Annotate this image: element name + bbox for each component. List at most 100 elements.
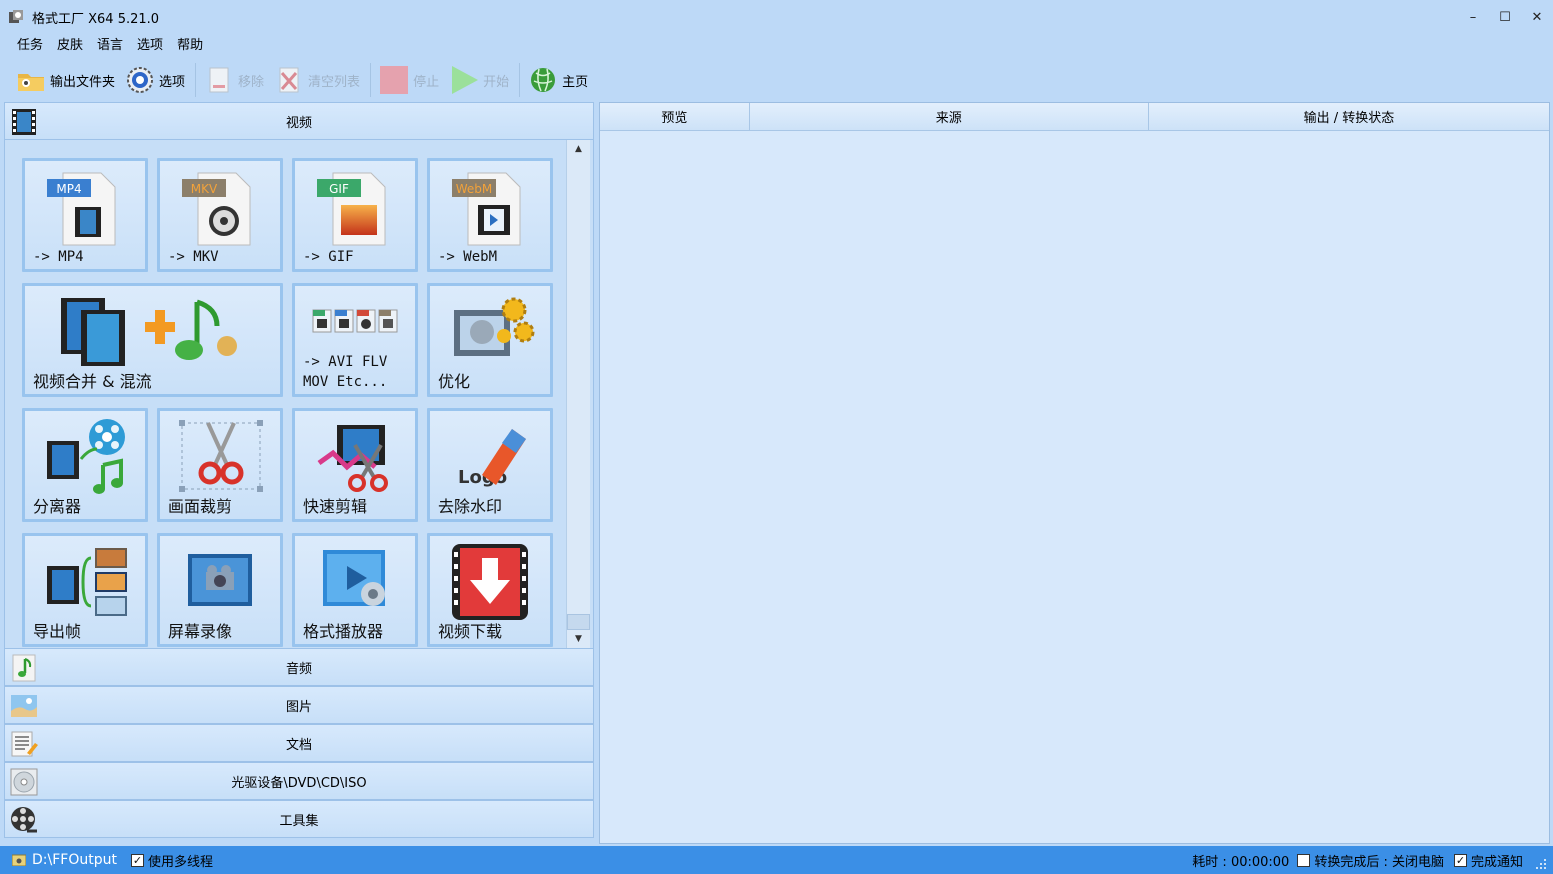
tile-quick-cut[interactable]: 快速剪辑: [292, 408, 418, 522]
after-convert-label[interactable]: 转换完成后 : 关闭电脑: [1314, 851, 1444, 870]
output-folder-icon: [12, 854, 26, 866]
notify-label: 完成通知: [1470, 854, 1523, 870]
window-title: 格式工厂 X64 5.21.0: [32, 11, 160, 27]
tile-to-avi-flv-mov-label: -> AVI FLV MOV Etc...: [303, 354, 388, 390]
category-disc-label: 光驱设备\DVD\CD\ISO: [231, 775, 367, 791]
stop-button[interactable]: 停止: [375, 62, 443, 98]
category-tools[interactable]: 工具集: [4, 800, 594, 838]
column-output-status[interactable]: 输出 / 转换状态: [1149, 103, 1549, 130]
menu-skin[interactable]: 皮肤: [50, 36, 90, 56]
tile-crop[interactable]: 画面裁剪: [157, 408, 283, 522]
folder-icon: [18, 74, 44, 91]
category-video-label: 视频: [285, 115, 312, 131]
remove-label: 移除: [238, 74, 265, 90]
export-frames-icon: [47, 548, 127, 616]
tile-to-webm[interactable]: WebM -> WebM: [427, 158, 553, 272]
gif-badge: GIF: [329, 182, 349, 196]
gif-file-icon: GIF: [317, 172, 386, 246]
scroll-up-arrow[interactable]: ▲: [567, 140, 590, 158]
column-preview[interactable]: 预览: [600, 103, 750, 130]
tile-to-avi-flv-mov[interactable]: -> AVI FLV MOV Etc...: [292, 283, 418, 397]
menu-language[interactable]: 语言: [90, 36, 130, 56]
mp4-badge: MP4: [56, 182, 81, 196]
quick-cut-icon: [317, 425, 388, 492]
remove-button[interactable]: 移除: [200, 62, 268, 98]
output-path[interactable]: D:\FFOutput: [32, 852, 117, 868]
notify-checkbox[interactable]: ✓: [1453, 853, 1467, 867]
tile-export-frames-label: 导出帧: [33, 622, 82, 641]
clear-list-button[interactable]: 清空列表: [270, 62, 364, 98]
options-label: 选项: [159, 74, 186, 90]
multithread-checkbox[interactable]: ✓: [130, 853, 144, 867]
tile-format-player[interactable]: 格式播放器: [292, 533, 418, 647]
category-tools-label: 工具集: [279, 813, 319, 829]
maximize-button[interactable]: ☐: [1489, 0, 1521, 34]
tile-to-mkv[interactable]: MKV -> MKV: [157, 158, 283, 272]
video-scrollbar[interactable]: ▲ ▼: [566, 140, 590, 648]
tile-export-frames[interactable]: 导出帧: [22, 533, 148, 647]
category-disc[interactable]: 光驱设备\DVD\CD\ISO: [4, 762, 594, 800]
multithread-label: 使用多线程: [147, 854, 213, 870]
category-video[interactable]: 视频: [4, 102, 594, 140]
scroll-thumb[interactable]: [567, 614, 590, 630]
after-convert-checkbox[interactable]: [1297, 853, 1311, 867]
scroll-down-arrow[interactable]: ▼: [567, 630, 590, 648]
task-list-panel: 预览 来源 输出 / 转换状态: [599, 102, 1550, 844]
tile-screen-record[interactable]: 屏幕录像: [157, 533, 283, 647]
category-document[interactable]: 文档: [4, 724, 594, 762]
column-source[interactable]: 来源: [750, 103, 1149, 130]
picture-icon: [11, 695, 37, 717]
tile-to-gif[interactable]: GIF -> GIF: [292, 158, 418, 272]
stop-label: 停止: [413, 74, 440, 90]
toolbar-separator: [370, 63, 372, 97]
home-label: 主页: [562, 74, 589, 90]
category-audio-label: 音频: [285, 661, 312, 677]
close-button[interactable]: ✕: [1521, 0, 1553, 34]
category-audio[interactable]: 音频: [4, 648, 594, 686]
minimize-button[interactable]: –: [1457, 0, 1489, 34]
output-folder-button[interactable]: 输出文件夹: [12, 62, 119, 98]
tile-to-mp4[interactable]: MP4 -> MP4: [22, 158, 148, 272]
gear-icon: [127, 67, 154, 93]
home-button[interactable]: 主页: [524, 62, 592, 98]
tile-quick-cut-label: 快速剪辑: [303, 497, 368, 516]
status-bar: D:\FFOutput ✓ 使用多线程 耗时 : 00:00:00 转换完成后 …: [0, 846, 1553, 874]
video-tools-area: MP4 -> MP4 MKV -> MKV GIF -> GIF WebM ->…: [4, 140, 594, 648]
tile-splitter[interactable]: 分离器: [22, 408, 148, 522]
menu-task[interactable]: 任务: [10, 36, 50, 56]
tile-to-gif-label: -> GIF: [303, 249, 354, 265]
merge-icon: [61, 298, 237, 366]
tile-to-mkv-label: -> MKV: [168, 249, 219, 265]
menu-options[interactable]: 选项: [130, 36, 170, 56]
mkv-file-icon: MKV: [182, 172, 251, 246]
tile-optimize[interactable]: 优化: [427, 283, 553, 397]
title-bar: 格式工厂 X64 5.21.0 – ☐ ✕: [0, 0, 1553, 34]
category-image[interactable]: 图片: [4, 686, 594, 724]
player-icon: [323, 550, 385, 606]
tile-video-download[interactable]: 视频下载: [427, 533, 553, 647]
download-icon: [452, 544, 528, 620]
tile-format-player-label: 格式播放器: [303, 622, 384, 641]
mkv-badge: MKV: [191, 182, 218, 196]
toolbar: 输出文件夹 选项 移除 清空列表 停止 开始 主页: [12, 60, 594, 100]
options-button[interactable]: 选项: [121, 62, 189, 98]
start-button[interactable]: 开始: [445, 62, 513, 98]
tile-to-webm-label: -> WebM: [438, 249, 498, 265]
multi-format-icon: [312, 309, 398, 333]
remove-doc-icon: [209, 67, 229, 93]
document-icon: [11, 731, 38, 757]
tile-video-download-label: 视频下载: [438, 622, 503, 641]
webm-badge: WebM: [456, 182, 493, 196]
toolbar-separator: [195, 63, 197, 97]
tile-crop-label: 画面裁剪: [168, 497, 233, 516]
tile-optimize-label: 优化: [438, 372, 471, 391]
resize-grip-icon[interactable]: [1535, 858, 1547, 870]
film-reel-icon: [11, 807, 37, 833]
globe-icon: [531, 68, 556, 92]
disc-icon: [10, 768, 38, 796]
clear-list-label: 清空列表: [308, 74, 361, 90]
tile-merge-mux[interactable]: 视频合并 & 混流: [22, 283, 283, 397]
menu-help[interactable]: 帮助: [170, 36, 210, 56]
tile-remove-watermark[interactable]: Logo 去除水印: [427, 408, 553, 522]
tile-remove-watermark-label: 去除水印: [438, 497, 503, 516]
